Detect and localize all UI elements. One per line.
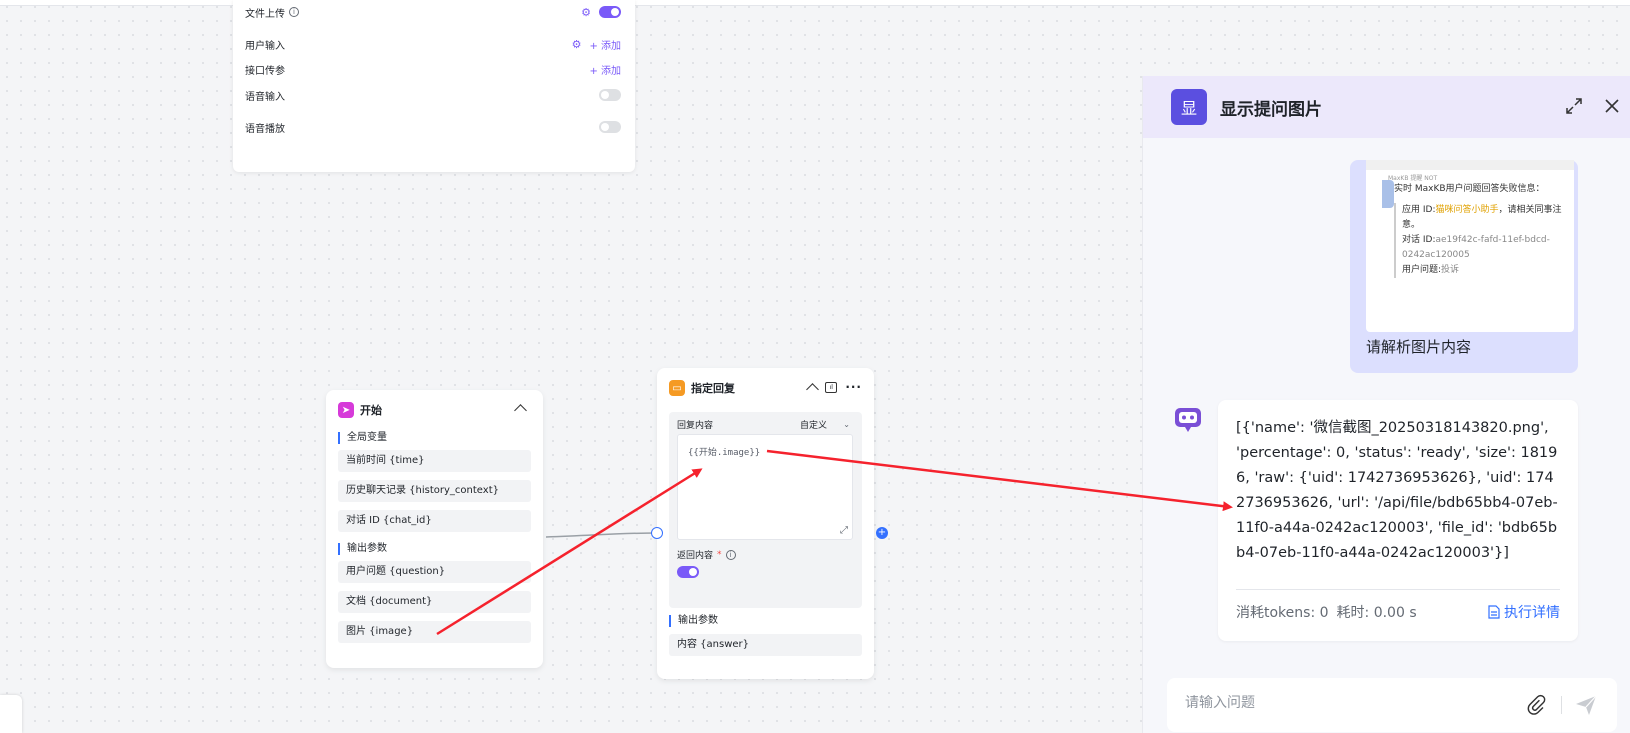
reply-input-port[interactable] [651, 527, 663, 539]
collapse-icon[interactable] [514, 404, 527, 417]
close-icon[interactable] [1603, 97, 1621, 115]
info-icon: i [725, 549, 736, 560]
user-message-bubble: MaxKB 提醒 NOT 实时 MaxKB用户问题回答失败信息： 应用 ID:猫… [1350, 160, 1578, 373]
return-content-row: 返回内容 * i [677, 548, 736, 561]
elapsed-time: 耗时: 0.00 s [1336, 605, 1417, 621]
paperclip-icon[interactable] [1525, 694, 1547, 716]
required-mark: * [717, 549, 722, 560]
more-icon[interactable]: ··· [845, 380, 862, 394]
output-params-label: 输出参数 [338, 543, 387, 555]
image-app-name: 猫咪问答小助手 [1435, 205, 1499, 215]
return-content-toggle[interactable] [677, 566, 699, 578]
reply-node[interactable]: ▭ 指定回复 ıl ··· 回复内容 自定义 ⌄ {{开始.image}} ⤢ … [657, 368, 874, 679]
execution-detail-link[interactable]: 执行详情 [1488, 602, 1560, 622]
reply-content-label: 回复内容 [677, 421, 714, 431]
image-conv-label: 对话 ID: [1402, 235, 1436, 245]
collapse-icon[interactable] [806, 382, 820, 396]
divider [1561, 696, 1562, 714]
chat-title: 显示提问图片 [1220, 100, 1322, 120]
question-input[interactable] [1185, 695, 1505, 711]
reply-node-actions: ıl ··· [806, 380, 862, 396]
global-vars-label: 全局变量 [338, 432, 387, 444]
output-params-list: 用户问题 {question} 文档 {document} 图片 {image} [338, 561, 531, 643]
message-icon: ▭ [669, 380, 685, 396]
image-q-label: 用户问题: [1402, 265, 1442, 275]
image-side-tag [1382, 180, 1394, 208]
user-message-text: 请解析图片内容 [1366, 338, 1472, 356]
reply-node-title: 指定回复 [691, 382, 735, 395]
bot-avatar-icon [1175, 408, 1201, 432]
execution-detail-label: 执行详情 [1504, 605, 1560, 621]
image-app-prefix: 应用 ID: [1402, 205, 1436, 215]
param-item: 对话 ID {chat_id} [338, 510, 531, 532]
reply-template-text: {{开始.image}} [688, 448, 761, 458]
image-meta-text: MaxKB 提醒 NOT [1388, 175, 1438, 182]
param-item: 内容 {answer} [669, 634, 862, 656]
pointer-icon: ➤ [338, 402, 354, 418]
send-icon[interactable] [1574, 693, 1598, 717]
reply-mode-value: 自定义 [800, 420, 828, 431]
bot-message-footer: 消耗tokens: 0 耗时: 0.00 s [1236, 602, 1417, 622]
bottom-left-tool[interactable] [0, 695, 22, 733]
reply-config-panel: 回复内容 自定义 ⌄ {{开始.image}} ⤢ 返回内容 * i [669, 412, 862, 608]
param-item: 当前时间 {time} [338, 450, 531, 472]
start-node-header: ➤ 开始 [338, 402, 382, 418]
reply-node-header: ▭ 指定回复 [669, 380, 735, 396]
image-quote: 应用 ID:猫咪问答小助手，请相关同事注意。 对话 ID:ae19f42c-fa… [1394, 203, 1566, 278]
bot-message-bubble: [{'name': '微信截图_20250318143820.png', 'pe… [1218, 400, 1578, 641]
image-content: 实时 MaxKB用户问题回答失败信息： 应用 ID:猫咪问答小助手，请相关同事注… [1394, 182, 1566, 328]
add-node-port[interactable]: + [876, 527, 888, 539]
image-q-value: 投诉 [1441, 265, 1460, 275]
return-content-label: 返回内容 [677, 551, 714, 561]
chart-icon[interactable]: ıl [825, 381, 838, 393]
token-usage: 消耗tokens: 0 [1236, 605, 1329, 621]
expand-icon[interactable] [1565, 97, 1583, 115]
bot-message-text: [{'name': '微信截图_20250318143820.png', 'pe… [1236, 420, 1558, 561]
output-params-label: 输出参数 [669, 615, 718, 627]
chevron-down-icon: ⌄ [843, 419, 850, 429]
reply-mode-select[interactable]: 自定义 ⌄ [796, 417, 854, 431]
chat-header: 显 显示提问图片 [1143, 76, 1630, 138]
document-icon [1488, 605, 1500, 619]
chat-input-box [1167, 678, 1617, 732]
uploaded-image[interactable]: MaxKB 提醒 NOT 实时 MaxKB用户问题回答失败信息： 应用 ID:猫… [1366, 160, 1574, 332]
param-item: 用户问题 {question} [338, 561, 531, 583]
param-item: 图片 {image} [338, 621, 531, 643]
param-item: 文档 {document} [338, 591, 531, 613]
reply-template-editor[interactable]: {{开始.image}} ⤢ [677, 434, 853, 540]
param-item: 历史聊天记录 {history_context} [338, 480, 531, 502]
divider [1236, 589, 1560, 590]
fullscreen-icon[interactable]: ⤢ [840, 525, 848, 536]
start-node-title: 开始 [360, 404, 382, 417]
start-node[interactable]: ➤ 开始 全局变量 当前时间 {time} 历史聊天记录 {history_co… [326, 390, 543, 668]
image-line-title: 实时 MaxKB用户问题回答失败信息： [1394, 184, 1545, 194]
edge-start-reply [545, 532, 658, 538]
global-vars-list: 当前时间 {time} 历史聊天记录 {history_context} 对话 … [338, 450, 531, 532]
chat-preview-panel: 显 显示提问图片 MaxKB 提醒 NOT 实时 MaxKB用户问题回答失败信息… [1142, 76, 1630, 733]
app-avatar: 显 [1171, 89, 1207, 125]
